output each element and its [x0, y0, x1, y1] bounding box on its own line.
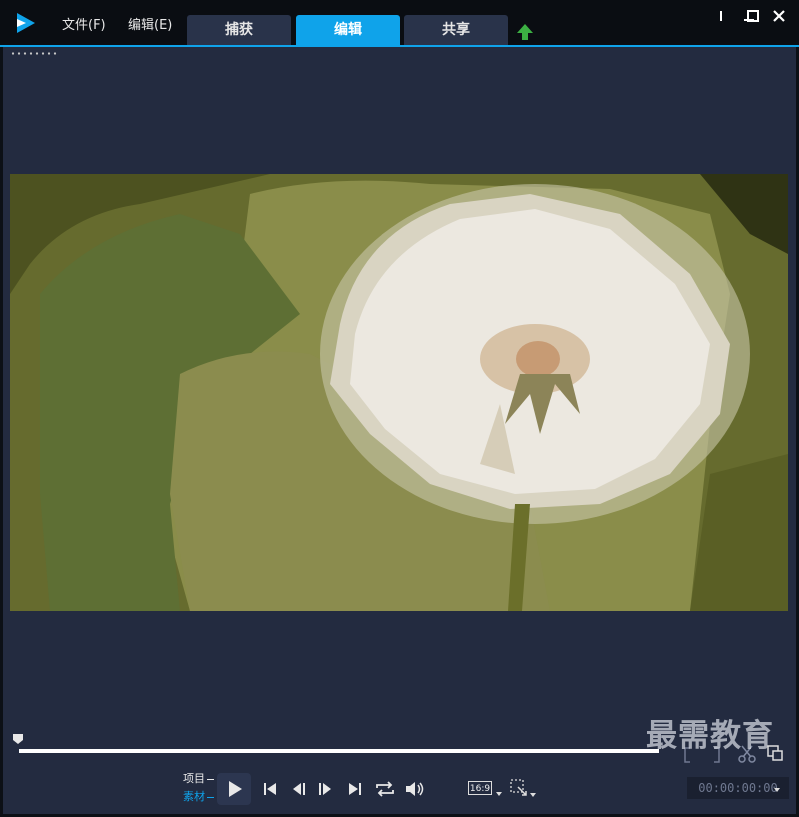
resize-crop-icon[interactable]: [508, 777, 530, 799]
tab-edit[interactable]: 编辑: [296, 15, 400, 46]
previous-frame-icon[interactable]: [286, 775, 314, 803]
timecode-dropdown-icon[interactable]: [774, 788, 780, 792]
close-icon[interactable]: [771, 8, 787, 24]
scrubber-handle[interactable]: [12, 733, 24, 745]
aspect-ratio-button[interactable]: 16:9: [468, 781, 492, 795]
play-icon: [229, 781, 242, 797]
menu-dropdown-icon[interactable]: [713, 8, 729, 24]
mode-clip[interactable]: 素材: [183, 788, 214, 806]
timeline-scrubber-bar[interactable]: [19, 749, 659, 753]
watermark-text: 最需教育: [646, 718, 774, 754]
player-panel: 项目 素材 16:9 00:00:00:00: [3, 47, 796, 814]
resize-dropdown-icon[interactable]: [530, 793, 536, 797]
playback-mode-selector: 项目 素材: [183, 770, 214, 806]
upload-arrow-icon[interactable]: [515, 22, 535, 42]
video-studio-logo-icon: [17, 13, 35, 33]
next-frame-icon[interactable]: [312, 775, 340, 803]
mode-project[interactable]: 项目: [183, 770, 214, 788]
go-to-end-icon[interactable]: [342, 775, 370, 803]
menu-file[interactable]: 文件(F): [62, 14, 106, 33]
dandelion-frame-image: [10, 174, 788, 611]
tab-capture[interactable]: 捕获: [187, 15, 291, 46]
video-preview[interactable]: [10, 174, 788, 611]
panel-grip-handle[interactable]: [10, 52, 58, 55]
menu-edit[interactable]: 编辑(E): [128, 14, 172, 33]
aspect-ratio-dropdown-icon[interactable]: [496, 792, 502, 796]
tab-share[interactable]: 共享: [404, 15, 508, 46]
app-window: 文件(F) 编辑(E) 捕获 编辑 共享 项目 素材 16:9 00:00:00…: [0, 0, 799, 817]
maximize-icon[interactable]: [745, 8, 761, 24]
go-to-start-icon[interactable]: [256, 775, 284, 803]
repeat-icon[interactable]: [371, 775, 399, 803]
volume-icon[interactable]: [400, 775, 428, 803]
title-bar: 文件(F) 编辑(E) 捕获 编辑 共享: [0, 0, 799, 46]
play-button[interactable]: [217, 773, 251, 805]
